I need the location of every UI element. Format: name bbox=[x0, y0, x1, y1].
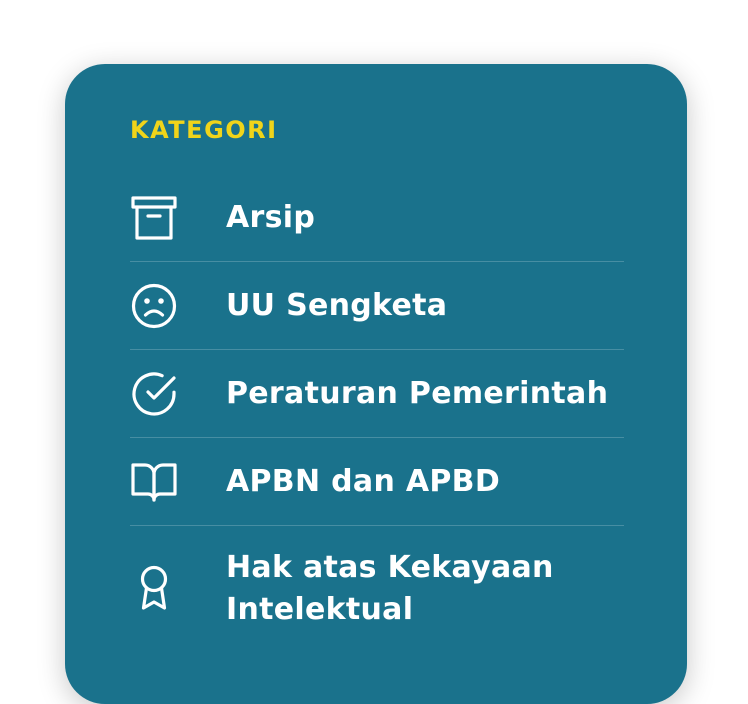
award-ribbon-icon bbox=[130, 564, 178, 612]
category-item-arsip[interactable]: Arsip bbox=[130, 174, 624, 262]
category-item-label: APBN dan APBD bbox=[226, 464, 501, 499]
category-item-label: UU Sengketa bbox=[226, 288, 448, 323]
category-item-label: Arsip bbox=[226, 200, 316, 235]
category-item-uu-sengketa[interactable]: UU Sengketa bbox=[130, 262, 624, 350]
category-item-label: Peraturan Pemerintah bbox=[226, 376, 609, 411]
check-circle-icon bbox=[130, 370, 178, 418]
open-book-icon bbox=[130, 458, 178, 506]
category-item-hak-kekayaan-intelektual[interactable]: Hak atas Kekayaan Intelektual bbox=[130, 526, 624, 646]
category-card: KATEGORI Arsip UU Sengketa Peraturan Pem… bbox=[65, 64, 687, 704]
category-item-apbn-dan-apbd[interactable]: APBN dan APBD bbox=[130, 438, 624, 526]
category-item-label: Hak atas Kekayaan Intelektual bbox=[226, 550, 554, 627]
category-list: Arsip UU Sengketa Peraturan Pemerintah A… bbox=[130, 174, 624, 646]
category-heading: KATEGORI bbox=[130, 116, 278, 144]
archive-box-icon bbox=[130, 194, 178, 242]
sad-face-icon bbox=[130, 282, 178, 330]
category-item-peraturan-pemerintah[interactable]: Peraturan Pemerintah bbox=[130, 350, 624, 438]
